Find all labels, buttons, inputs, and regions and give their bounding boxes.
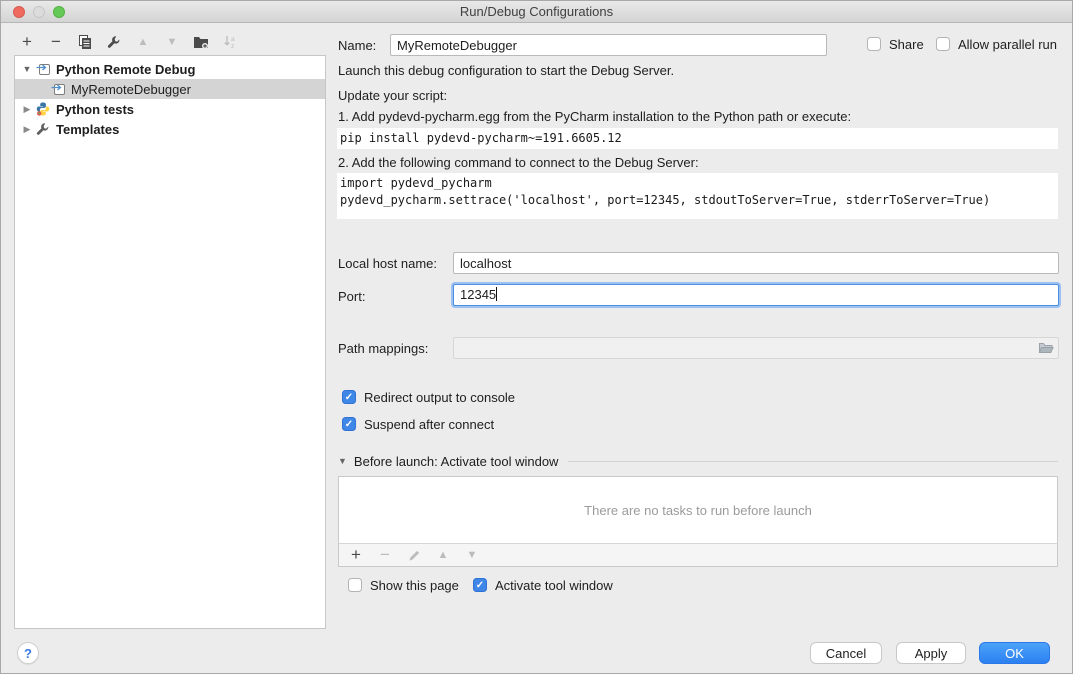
activate-tool-window-label: Activate tool window xyxy=(495,578,613,593)
python-tests-icon xyxy=(35,101,51,117)
tree-item-python-tests[interactable]: ▶ Python tests xyxy=(15,99,325,119)
move-task-up-icon[interactable]: ▲ xyxy=(435,547,451,563)
tree-item-label: Python tests xyxy=(56,102,134,117)
port-label: Port: xyxy=(338,289,365,304)
ok-button[interactable]: OK xyxy=(979,642,1050,664)
new-folder-icon[interactable] xyxy=(193,34,209,50)
header-divider xyxy=(568,461,1058,462)
chevron-down-icon[interactable]: ▼ xyxy=(338,456,347,466)
suspend-after-connect-checkbox-row[interactable]: ✓ Suspend after connect xyxy=(342,416,494,432)
configurations-tree: ▼ Python Remote Debug MyRemoteDebugger ▶… xyxy=(14,55,326,629)
share-label: Share xyxy=(889,37,924,52)
before-launch-title: Before launch: Activate tool window xyxy=(354,454,559,469)
tree-item-label: MyRemoteDebugger xyxy=(71,82,191,97)
apply-button[interactable]: Apply xyxy=(896,642,966,664)
tree-item-python-remote-debug[interactable]: ▼ Python Remote Debug xyxy=(15,59,325,79)
move-task-down-icon[interactable]: ▼ xyxy=(464,547,480,563)
redirect-output-checkbox-row[interactable]: ✓ Redirect output to console xyxy=(342,389,515,405)
pip-install-code: pip install pydevd-pycharm~=191.6605.12 xyxy=(337,128,1058,149)
update-script-text: Update your script: xyxy=(338,88,447,103)
remove-configuration-icon[interactable]: − xyxy=(48,34,64,50)
share-checkbox[interactable] xyxy=(867,37,881,51)
share-checkbox-row[interactable]: Share xyxy=(867,36,924,52)
browse-folder-icon[interactable] xyxy=(1038,341,1054,358)
step2-text: 2. Add the following command to connect … xyxy=(338,155,699,170)
code-line-1: import pydevd_pycharm xyxy=(340,176,492,190)
local-host-input[interactable] xyxy=(453,252,1059,274)
code-line-2: pydevd_pycharm.settrace('localhost', por… xyxy=(340,193,990,207)
suspend-after-connect-checkbox[interactable]: ✓ xyxy=(342,417,356,431)
show-this-page-checkbox[interactable] xyxy=(348,578,362,592)
cancel-button[interactable]: Cancel xyxy=(810,642,882,664)
tasks-toolbar: + − ▲ ▼ xyxy=(339,544,1057,566)
tree-item-myremotedebugger[interactable]: MyRemoteDebugger xyxy=(15,79,325,99)
run-debug-configurations-dialog: Run/Debug Configurations + − ▲ ▼ az ▼ Py… xyxy=(0,0,1073,674)
chevron-right-icon[interactable]: ▶ xyxy=(22,104,32,115)
svg-text:a: a xyxy=(231,36,235,43)
tree-item-label: Templates xyxy=(56,122,119,137)
edit-templates-icon[interactable] xyxy=(106,34,122,50)
activate-tool-window-checkbox-row[interactable]: ✓ Activate tool window xyxy=(473,577,613,593)
move-down-icon[interactable]: ▼ xyxy=(164,34,180,50)
add-task-icon[interactable]: + xyxy=(348,547,364,563)
tree-item-templates[interactable]: ▶ Templates xyxy=(15,119,325,139)
name-label: Name: xyxy=(338,38,376,53)
sort-configurations-icon[interactable]: az xyxy=(222,34,238,50)
redirect-output-checkbox[interactable]: ✓ xyxy=(342,390,356,404)
wrench-icon xyxy=(35,121,51,137)
allow-parallel-run-label: Allow parallel run xyxy=(958,37,1057,52)
port-value: 12345 xyxy=(460,287,496,302)
tree-item-label: Python Remote Debug xyxy=(56,62,195,77)
configurations-toolbar: + − ▲ ▼ az xyxy=(19,32,238,52)
before-launch-tasks-panel: There are no tasks to run before launch … xyxy=(338,476,1058,567)
allow-parallel-run-checkbox[interactable] xyxy=(936,37,950,51)
move-up-icon[interactable]: ▲ xyxy=(135,34,151,50)
intro-text: Launch this debug configuration to start… xyxy=(338,63,674,78)
add-configuration-icon[interactable]: + xyxy=(19,34,35,50)
path-mappings-label: Path mappings: xyxy=(338,341,428,356)
remove-task-icon[interactable]: − xyxy=(377,547,393,563)
window-title: Run/Debug Configurations xyxy=(1,4,1072,19)
path-mappings-input[interactable] xyxy=(453,337,1059,359)
svg-text:z: z xyxy=(231,43,234,49)
copy-configuration-icon[interactable] xyxy=(77,34,93,50)
settrace-code: import pydevd_pycharm pydevd_pycharm.sett… xyxy=(337,173,1058,219)
remote-debug-icon xyxy=(50,81,66,97)
before-launch-header[interactable]: ▼ Before launch: Activate tool window xyxy=(338,453,1058,469)
text-caret xyxy=(496,287,497,301)
remote-debug-icon xyxy=(35,61,51,77)
name-input[interactable] xyxy=(390,34,827,56)
activate-tool-window-checkbox[interactable]: ✓ xyxy=(473,578,487,592)
suspend-after-connect-label: Suspend after connect xyxy=(364,417,494,432)
edit-task-icon[interactable] xyxy=(406,547,422,563)
show-this-page-checkbox-row[interactable]: Show this page xyxy=(348,577,459,593)
allow-parallel-run-checkbox-row[interactable]: Allow parallel run xyxy=(936,36,1057,52)
chevron-down-icon[interactable]: ▼ xyxy=(22,64,32,74)
port-input[interactable]: 12345 xyxy=(453,284,1059,306)
title-bar: Run/Debug Configurations xyxy=(1,1,1072,23)
show-this-page-label: Show this page xyxy=(370,578,459,593)
step1-text: 1. Add pydevd-pycharm.egg from the PyCha… xyxy=(338,109,851,124)
chevron-right-icon[interactable]: ▶ xyxy=(22,124,32,135)
help-button[interactable]: ? xyxy=(17,642,39,664)
redirect-output-label: Redirect output to console xyxy=(364,390,515,405)
no-tasks-message: There are no tasks to run before launch xyxy=(339,477,1057,544)
local-host-label: Local host name: xyxy=(338,256,437,271)
